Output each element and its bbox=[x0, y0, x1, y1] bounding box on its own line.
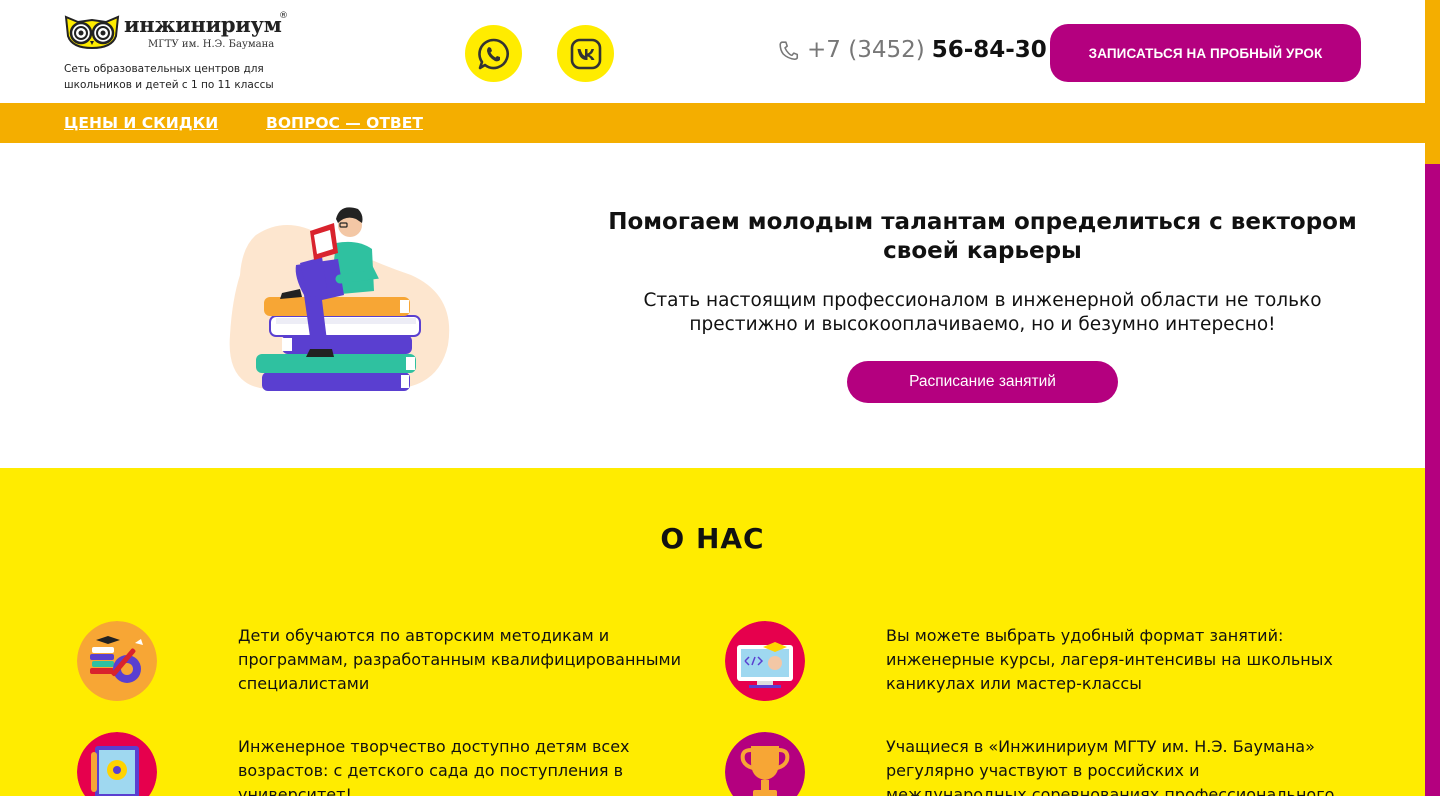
registered-mark: ® bbox=[279, 11, 288, 21]
feature-text: Инженерное творчество доступно детям все… bbox=[238, 737, 630, 796]
site-header: инжинириум ® МГТУ им. Н.Э. Баумана Сеть … bbox=[0, 0, 1425, 103]
logo[interactable]: инжинириум ® МГТУ им. Н.Э. Баумана bbox=[64, 11, 304, 60]
owl-logo-icon bbox=[64, 15, 120, 50]
main-nav: ЦЕНЫ И СКИДКИ ВОПРОС — ОТВЕТ bbox=[0, 103, 1425, 143]
hero-section: Помогаем молодым талантам определиться с… bbox=[0, 143, 1425, 468]
schedule-button[interactable]: Расписание занятий bbox=[847, 361, 1118, 403]
brand-name: инжинириум bbox=[124, 12, 282, 37]
trial-lesson-button[interactable]: ЗАПИСАТЬСЯ НА ПРОБНЫЙ УРОК bbox=[1050, 24, 1361, 82]
hero-description: Стать настоящим профессионалом в инженер… bbox=[643, 290, 1322, 335]
whatsapp-button[interactable] bbox=[465, 25, 522, 82]
phone-icon bbox=[778, 40, 799, 61]
student-reading-illustration bbox=[229, 207, 450, 391]
methodology-icon bbox=[77, 621, 157, 701]
whatsapp-icon bbox=[477, 38, 509, 69]
phone-code: +7 (3452) bbox=[807, 37, 925, 63]
vk-button[interactable] bbox=[557, 25, 614, 82]
scrollbar-thumb[interactable] bbox=[1425, 0, 1440, 164]
about-title: О НАС bbox=[660, 522, 765, 555]
online-class-icon bbox=[725, 621, 805, 701]
scrollbar-track[interactable] bbox=[1425, 0, 1440, 796]
brand-tagline: Сеть образовательных центров для школьни… bbox=[64, 63, 274, 91]
phone-digits: 56-84-30 bbox=[931, 37, 1047, 63]
engineering-blueprint-icon bbox=[77, 732, 157, 796]
phone-number[interactable]: +7 (3452) 56-84-30 bbox=[778, 37, 1047, 63]
nav-prices-link[interactable]: ЦЕНЫ И СКИДКИ bbox=[64, 114, 218, 132]
vk-icon bbox=[570, 38, 601, 69]
page: инжинириум ® МГТУ им. Н.Э. Баумана Сеть … bbox=[0, 0, 1425, 796]
hero-title: Помогаем молодым талантам определиться с… bbox=[608, 209, 1357, 264]
feature-text: Дети обучаются по авторским методикам и … bbox=[238, 626, 681, 693]
feature-text: Вы можете выбрать удобный формат занятий… bbox=[886, 626, 1333, 693]
feature-text: Учащиеся в «Инжинириум МГТУ им. Н.Э. Бау… bbox=[886, 737, 1335, 796]
brand-subtitle: МГТУ им. Н.Э. Баумана bbox=[148, 39, 275, 50]
nav-faq-link[interactable]: ВОПРОС — ОТВЕТ bbox=[266, 114, 423, 132]
trophy-icon bbox=[725, 732, 805, 796]
about-section: О НАС Дети обучаются по авторским методи… bbox=[0, 468, 1425, 796]
